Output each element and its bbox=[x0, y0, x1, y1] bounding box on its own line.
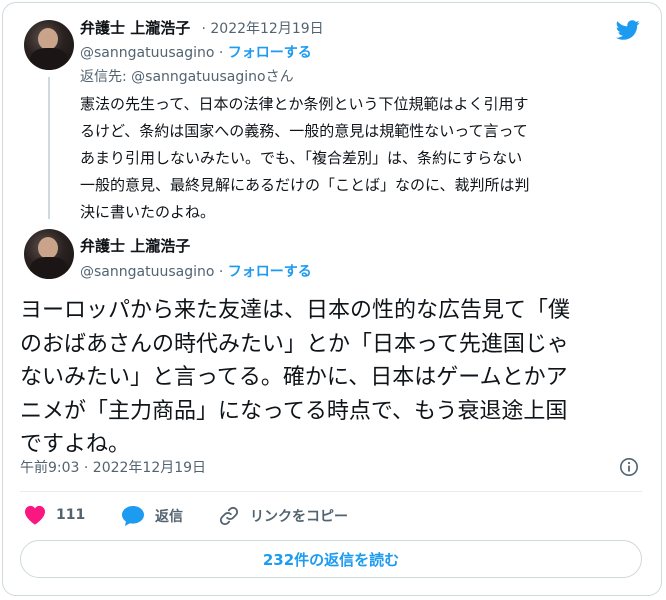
main-tweet-timestamp[interactable]: 午前9:03 · 2022年12月19日 bbox=[20, 457, 206, 477]
reply-author-handle[interactable]: @sanngatuusagino bbox=[80, 45, 214, 61]
divider bbox=[20, 491, 642, 492]
reply-button[interactable]: 返信 bbox=[121, 505, 183, 527]
reply-author-avatar[interactable] bbox=[24, 20, 74, 70]
reply-tweet-date[interactable]: · 2022年12月19日 bbox=[201, 21, 323, 37]
read-replies-button[interactable]: 232件の返信を読む bbox=[20, 540, 642, 578]
reply-label: 返信 bbox=[155, 509, 183, 525]
reply-follow-button[interactable]: フォローする bbox=[228, 45, 312, 61]
main-author-avatar[interactable] bbox=[24, 229, 74, 279]
speech-bubble-icon bbox=[122, 506, 144, 526]
copy-link-button[interactable]: リンクをコピー bbox=[218, 505, 348, 527]
reply-author-handle-row: @sanngatuusagino · フォローする bbox=[80, 42, 312, 62]
like-count: 111 bbox=[56, 507, 86, 523]
thread-connector-line bbox=[48, 77, 50, 219]
twitter-bird-icon[interactable] bbox=[614, 18, 642, 42]
heart-icon bbox=[25, 505, 45, 525]
separator-dot: · bbox=[218, 45, 224, 61]
main-tweet-text: ヨーロッパから来た友達は、日本の性的な広告見て「僕 のおばあさんの時代みたい」と… bbox=[20, 298, 571, 457]
main-author-handle-row: @sanngatuusagino · フォローする bbox=[80, 261, 312, 281]
main-author-name[interactable]: 弁護士 上瀧浩子 bbox=[80, 235, 190, 256]
link-icon bbox=[219, 506, 239, 526]
info-icon[interactable] bbox=[619, 457, 639, 477]
copy-link-label: リンクをコピー bbox=[250, 509, 348, 525]
main-author-handle[interactable]: @sanngatuusagino bbox=[80, 264, 214, 280]
reply-to-label[interactable]: 返信先: @sanngatuusaginoさん bbox=[80, 66, 294, 86]
main-follow-button[interactable]: フォローする bbox=[228, 264, 312, 280]
reply-tweet-text: 憲法の先生って、日本の法律とか条例という下位規範はよく引用す るけど、条約は国家… bbox=[80, 95, 530, 221]
reply-author-name-text[interactable]: 弁護士 上瀧浩子 bbox=[80, 19, 190, 37]
like-button[interactable]: 111 bbox=[24, 505, 85, 525]
reply-author-name[interactable]: 弁護士 上瀧浩子 · 2022年12月19日 bbox=[80, 17, 324, 38]
separator-dot: · bbox=[218, 264, 224, 280]
